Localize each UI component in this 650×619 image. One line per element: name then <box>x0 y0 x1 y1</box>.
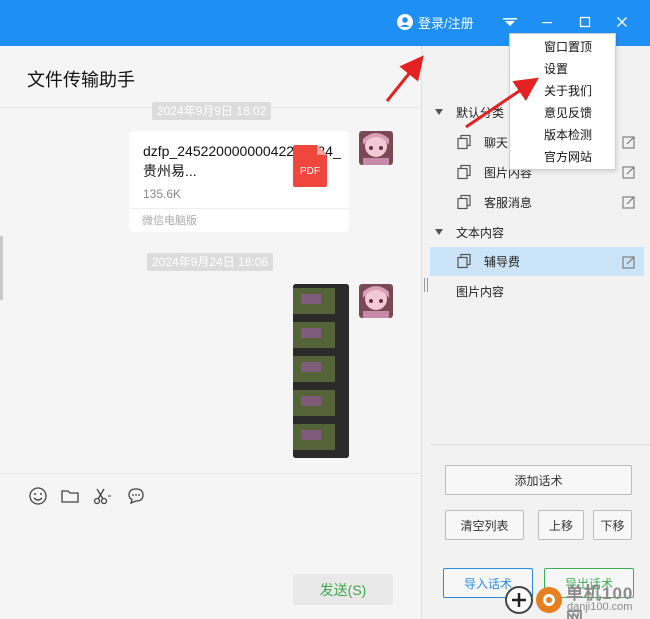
timestamp: 2024年9月24日 18:06 <box>147 253 274 271</box>
menu-item-about[interactable]: 关于我们 <box>510 80 615 102</box>
clear-list-button[interactable]: 清空列表 <box>445 510 524 540</box>
timestamp: 2024年9月9日 18:02 <box>152 102 272 120</box>
file-name: dzfp_24522000000042282834_贵州易... <box>143 143 341 179</box>
chat-title: 文件传输助手 <box>27 70 135 90</box>
menu-dropdown-button[interactable] <box>500 12 520 32</box>
maximize-button[interactable] <box>575 12 595 32</box>
caret-down-icon <box>435 109 443 115</box>
scissors-icon[interactable] <box>92 486 112 506</box>
folder-icon[interactable] <box>60 486 80 506</box>
panel-divider <box>421 46 422 619</box>
avatar-image <box>359 284 393 318</box>
chevron-down-icon <box>503 18 517 26</box>
avatar[interactable] <box>359 131 393 165</box>
copy-icon[interactable] <box>456 134 472 150</box>
edit-icon[interactable] <box>622 135 636 149</box>
copy-icon[interactable] <box>456 253 472 269</box>
splitter-handle[interactable] <box>423 278 429 292</box>
list-item[interactable]: 图片内容 <box>430 277 644 305</box>
edit-icon[interactable] <box>622 165 636 179</box>
menu-item-website[interactable]: 官方网站 <box>510 146 615 168</box>
list-item-label: 图片内容 <box>456 284 505 299</box>
edit-icon[interactable] <box>622 255 636 269</box>
list-item-label: 客服消息 <box>484 195 533 210</box>
copy-icon[interactable] <box>456 164 472 180</box>
minimize-icon <box>542 22 552 24</box>
tree-group-text[interactable]: 文本内容 <box>430 218 644 246</box>
user-icon <box>397 14 413 30</box>
image-message[interactable] <box>293 284 349 458</box>
watermark-brand: 单机100网 <box>566 584 634 619</box>
emoji-icon[interactable] <box>28 486 48 506</box>
edit-icon[interactable] <box>622 195 636 209</box>
list-item-label: 辅导费 <box>484 255 521 269</box>
watermark-domain: danji100.com <box>567 601 633 613</box>
file-source: 微信电脑版 <box>129 208 349 232</box>
menu-item-check-version[interactable]: 版本检测 <box>510 124 615 146</box>
image-thumbnail <box>293 284 349 458</box>
chat-bubble-icon[interactable] <box>126 486 146 506</box>
panel-divider <box>430 444 650 445</box>
caret-down-icon <box>435 229 443 235</box>
chat-panel: 文件传输助手 2024年9月9日 18:02 dzfp_245220000000… <box>0 46 422 619</box>
list-item[interactable]: 客服消息 <box>430 188 644 216</box>
message-input-area[interactable]: 发送(S) <box>0 473 421 619</box>
file-size: 135.6K <box>143 187 182 201</box>
move-up-button[interactable]: 上移 <box>538 510 584 540</box>
scrollbar[interactable] <box>0 236 3 300</box>
tree-group-label: 默认分类 <box>456 105 505 120</box>
pdf-label: PDF <box>300 166 320 177</box>
file-message[interactable]: dzfp_24522000000042282834_贵州易... 135.6K … <box>129 131 349 232</box>
avatar-image <box>359 131 393 165</box>
list-item[interactable]: 辅导费 <box>430 247 644 276</box>
avatar[interactable] <box>359 284 393 318</box>
menu-item-settings[interactable]: 设置 <box>510 58 615 80</box>
maximize-icon <box>579 16 591 28</box>
copy-icon[interactable] <box>456 194 472 210</box>
login-button[interactable]: 登录/注册 <box>397 12 474 32</box>
send-button[interactable]: 发送(S) <box>293 574 393 605</box>
close-icon <box>617 17 627 27</box>
pdf-icon: PDF <box>293 145 327 187</box>
minimize-button[interactable] <box>537 12 557 32</box>
menu-item-feedback[interactable]: 意见反馈 <box>510 102 615 124</box>
close-button[interactable] <box>612 12 632 32</box>
move-down-button[interactable]: 下移 <box>593 510 632 540</box>
chat-header: 文件传输助手 <box>0 46 422 108</box>
add-phrase-button[interactable]: 添加话术 <box>445 465 632 495</box>
tree-group-label: 文本内容 <box>456 225 505 240</box>
list-item-label: 聊天 <box>484 135 509 150</box>
dropdown-menu: 窗口置顶 设置 关于我们 意见反馈 版本检测 官方网站 <box>509 33 616 170</box>
login-label: 登录/注册 <box>418 15 474 31</box>
menu-item-pin-window[interactable]: 窗口置顶 <box>510 36 615 58</box>
